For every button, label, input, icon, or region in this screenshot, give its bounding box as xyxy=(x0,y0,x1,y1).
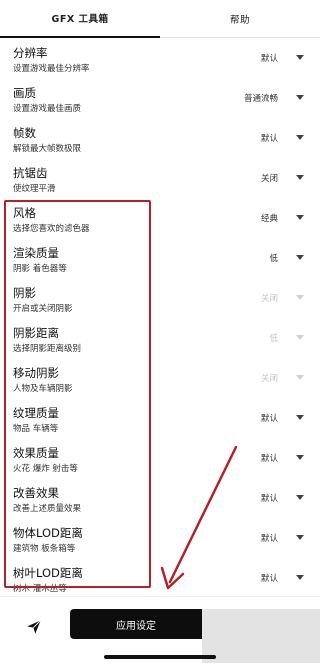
setting-title: 风格 xyxy=(13,206,36,220)
dropdown-caret-icon[interactable] xyxy=(296,495,304,500)
setting-desc: 选择阴影距离级别 xyxy=(13,344,82,354)
setting-value: 关闭 xyxy=(260,174,278,184)
setting-shadows: 阴影 开启或关闭阴影 关闭 xyxy=(0,278,320,318)
setting-desc: 物品 车辆等 xyxy=(13,424,59,434)
setting-fps[interactable]: 帧数 解锁最大帧数极限 默认 xyxy=(0,118,320,158)
setting-title: 阴影 xyxy=(13,286,36,300)
setting-desc: 人物及车辆阴影 xyxy=(13,384,73,394)
dropdown-caret-icon[interactable] xyxy=(296,575,304,580)
setting-title: 效果质量 xyxy=(13,446,59,460)
setting-title: 分辨率 xyxy=(13,46,48,60)
dropdown-caret-icon xyxy=(296,295,304,300)
setting-value: 低 xyxy=(269,334,278,344)
setting-render-quality[interactable]: 渲染质量 阴影 着色器等 低 xyxy=(0,238,320,278)
setting-value: 默认 xyxy=(260,134,278,144)
setting-value: 默认 xyxy=(260,534,278,544)
setting-value: 默认 xyxy=(260,414,278,424)
setting-desc: 改善上述质量效果 xyxy=(13,504,82,514)
setting-title: 纹理质量 xyxy=(13,406,59,420)
setting-desc: 设置游戏最佳画质 xyxy=(13,104,82,114)
setting-style[interactable]: 风格 选择您喜欢的滤色器 经典 xyxy=(0,198,320,238)
dropdown-caret-icon xyxy=(296,375,304,380)
setting-shadow-distance: 阴影距离 选择阴影距离级别 低 xyxy=(0,318,320,358)
setting-resolution[interactable]: 分辨率 设置游戏最佳分辨率 默认 xyxy=(0,38,320,78)
send-icon[interactable] xyxy=(22,615,46,639)
setting-value: 默认 xyxy=(260,494,278,504)
setting-anti-aliasing[interactable]: 抗锯齿 使纹理平滑 关闭 xyxy=(0,158,320,198)
setting-value: 默认 xyxy=(260,454,278,464)
setting-desc: 设置游戏最佳分辨率 xyxy=(13,64,90,74)
setting-title: 树叶LOD距离 xyxy=(13,566,83,580)
apply-settings-button[interactable]: 应用设定 xyxy=(70,609,202,639)
dropdown-caret-icon[interactable] xyxy=(296,535,304,540)
keyboard-area xyxy=(202,609,320,663)
dropdown-caret-icon[interactable] xyxy=(296,455,304,460)
dropdown-caret-icon[interactable] xyxy=(296,55,304,60)
setting-desc: 树木 灌木丛等 xyxy=(13,584,67,594)
dropdown-caret-icon[interactable] xyxy=(296,175,304,180)
dropdown-caret-icon[interactable] xyxy=(296,95,304,100)
tab-gfx-toolbox[interactable]: GFX 工具箱 xyxy=(0,0,160,38)
setting-foliage-lod[interactable]: 树叶LOD距离 树木 灌木丛等 默认 xyxy=(0,558,320,598)
setting-value: 关闭 xyxy=(260,294,278,304)
setting-moving-shadows: 移动阴影 人物及车辆阴影 关闭 xyxy=(0,358,320,398)
setting-desc: 建筑物 板条箱等 xyxy=(13,544,76,554)
setting-value: 默认 xyxy=(260,574,278,584)
setting-desc: 火花 爆炸 射击等 xyxy=(13,464,78,474)
setting-title: 渲染质量 xyxy=(13,246,59,260)
setting-title: 物体LOD距离 xyxy=(13,526,83,540)
bottom-bar: 应用设定 xyxy=(0,596,320,666)
setting-value: 默认 xyxy=(260,54,278,64)
dropdown-caret-icon[interactable] xyxy=(296,215,304,220)
setting-desc: 解锁最大帧数极限 xyxy=(13,144,82,154)
dropdown-caret-icon[interactable] xyxy=(296,255,304,260)
dropdown-caret-icon[interactable] xyxy=(296,135,304,140)
dropdown-caret-icon xyxy=(296,335,304,340)
setting-texture-quality[interactable]: 纹理质量 物品 车辆等 默认 xyxy=(0,398,320,438)
tab-help[interactable]: 帮助 xyxy=(160,0,320,38)
setting-desc: 阴影 着色器等 xyxy=(13,264,67,274)
tab-bar: GFX 工具箱 帮助 xyxy=(0,0,320,38)
setting-effects-quality[interactable]: 效果质量 火花 爆炸 射击等 默认 xyxy=(0,438,320,478)
setting-value: 普通流畅 xyxy=(243,94,278,104)
setting-object-lod[interactable]: 物体LOD距离 建筑物 板条箱等 默认 xyxy=(0,518,320,558)
setting-value: 关闭 xyxy=(260,374,278,384)
setting-desc: 选择您喜欢的滤色器 xyxy=(13,224,90,234)
setting-title: 阴影距离 xyxy=(13,326,59,340)
setting-title: 画质 xyxy=(13,86,36,100)
setting-title: 改善效果 xyxy=(13,486,59,500)
home-indicator xyxy=(104,655,216,659)
setting-value: 低 xyxy=(269,254,278,264)
setting-title: 移动阴影 xyxy=(13,366,59,380)
setting-title: 帧数 xyxy=(13,126,36,140)
setting-improve-effects[interactable]: 改善效果 改善上述质量效果 默认 xyxy=(0,478,320,518)
dropdown-caret-icon[interactable] xyxy=(296,415,304,420)
setting-title: 抗锯齿 xyxy=(13,166,48,180)
setting-desc: 使纹理平滑 xyxy=(13,184,56,194)
setting-value: 经典 xyxy=(260,214,278,224)
setting-desc: 开启或关闭阴影 xyxy=(13,304,73,314)
setting-graphics-quality[interactable]: 画质 设置游戏最佳画质 普通流畅 xyxy=(0,78,320,118)
